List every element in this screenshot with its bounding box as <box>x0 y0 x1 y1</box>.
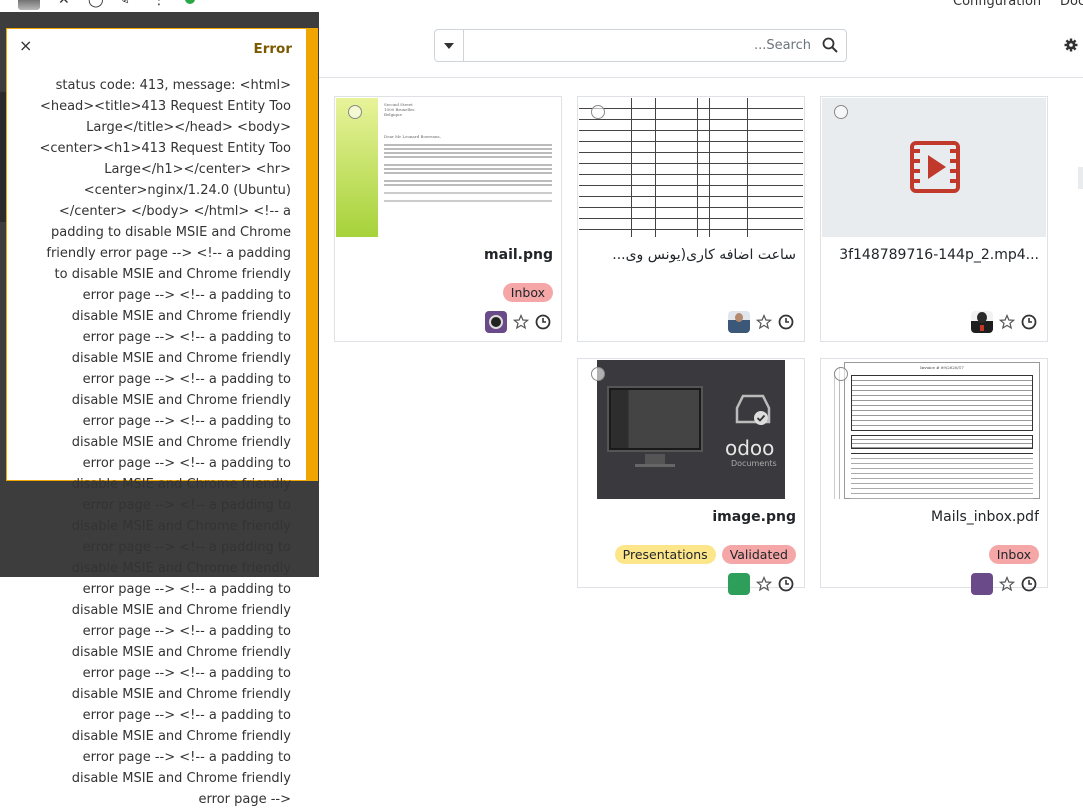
select-checkbox[interactable] <box>834 105 848 119</box>
tag-list: Inbox <box>502 283 553 302</box>
video-file-icon <box>910 141 960 193</box>
select-checkbox[interactable] <box>348 105 362 119</box>
select-checkbox[interactable] <box>834 367 848 381</box>
status-dot-icon <box>185 0 195 4</box>
error-notification: × Error status code: 413, message: <html… <box>6 28 318 807</box>
document-card[interactable]: 3f148789716-144p_2.mp4... <box>820 96 1048 342</box>
tag-presentations[interactable]: Presentations <box>614 545 716 564</box>
close-icon[interactable]: × <box>19 38 32 54</box>
document-card[interactable]: Second Street 1000 Bruxelles Belgique De… <box>334 96 562 342</box>
owner-avatar[interactable] <box>728 311 750 333</box>
document-thumbnail: Second Street 1000 Bruxelles Belgique De… <box>336 98 560 237</box>
document-name[interactable]: image.png <box>712 509 796 525</box>
tag-list: Inbox <box>988 545 1039 564</box>
invoice-title: Invoice # 09/2020/17 <box>920 365 964 370</box>
star-icon[interactable] <box>756 576 772 592</box>
card-footer <box>971 311 1037 333</box>
clock-icon[interactable] <box>778 314 794 330</box>
document-card[interactable]: Invoice # 09/2020/17 Mails_inbox.pdf Inb… <box>820 358 1048 595</box>
search-input[interactable] <box>465 30 815 61</box>
chat-icon[interactable]: ✎ <box>118 0 130 7</box>
star-icon[interactable] <box>756 314 772 330</box>
document-thumbnail <box>579 98 803 237</box>
notification-message: status code: 413, message: <html> <head>… <box>39 78 291 807</box>
clock-icon[interactable] <box>1021 576 1037 592</box>
document-card[interactable]: ساعت اضافه کاری(یونس وی... <box>577 96 805 342</box>
notification-title: Error <box>253 41 292 57</box>
card-footer <box>728 573 794 595</box>
tag-inbox[interactable]: Inbox <box>502 283 553 302</box>
caret-down-icon <box>444 42 454 49</box>
clock-icon[interactable] <box>535 314 551 330</box>
select-checkbox[interactable] <box>591 367 605 381</box>
document-name[interactable]: Mails_inbox.pdf <box>931 509 1039 525</box>
clock-icon[interactable] <box>1021 314 1037 330</box>
document-name[interactable]: 3f148789716-144p_2.mp4... <box>839 247 1039 263</box>
document-name[interactable]: mail.png <box>484 247 553 263</box>
select-checkbox[interactable] <box>591 105 605 119</box>
owner-avatar[interactable] <box>728 573 750 595</box>
card-footer <box>485 311 551 333</box>
close-icon[interactable]: ✕ <box>58 0 70 7</box>
activity-icon[interactable]: ◯ <box>88 0 104 7</box>
card-footer <box>971 573 1037 595</box>
top-navbar: ✕ ◯ ✎ ⋮ Configuration Doc <box>0 0 1083 12</box>
star-icon[interactable] <box>999 314 1015 330</box>
tag-list: Presentations Validated <box>614 545 796 564</box>
gear-icon[interactable] <box>1064 38 1078 52</box>
search-options-toggle[interactable] <box>435 30 464 61</box>
document-card[interactable]: odoo Documents image.png Presentations V… <box>577 358 805 595</box>
search-icon[interactable] <box>822 37 838 53</box>
card-footer <box>728 311 794 333</box>
letter-greeting: Dear Mr Leonard Boereans, <box>384 134 441 139</box>
star-icon[interactable] <box>513 314 529 330</box>
letter-header: Second Street 1000 Bruxelles Belgique <box>384 102 415 117</box>
star-icon[interactable] <box>999 576 1015 592</box>
document-thumbnail <box>822 98 1046 237</box>
search-bar <box>434 29 847 62</box>
document-thumbnail: odoo Documents <box>597 360 785 499</box>
menu-documents[interactable]: Doc <box>1060 0 1083 9</box>
clock-icon[interactable] <box>778 576 794 592</box>
owner-avatar[interactable] <box>971 311 993 333</box>
scrollbar[interactable] <box>1078 167 1083 189</box>
owner-avatar[interactable] <box>485 311 507 333</box>
user-avatar[interactable] <box>18 0 40 10</box>
document-name[interactable]: ساعت اضافه کاری(یونس وی... <box>612 247 796 263</box>
tag-validated[interactable]: Validated <box>721 545 796 564</box>
tag-inbox[interactable]: Inbox <box>988 545 1039 564</box>
inbox-tray-icon <box>735 394 771 425</box>
owner-avatar[interactable] <box>971 573 993 595</box>
odoo-logo-text: odoo <box>725 436 775 460</box>
document-thumbnail: Invoice # 09/2020/17 <box>822 360 1046 499</box>
odoo-logo-subtitle: Documents <box>731 459 777 468</box>
apps-grid-icon[interactable]: ⋮ <box>152 0 166 7</box>
menu-configuration[interactable]: Configuration <box>953 0 1041 9</box>
